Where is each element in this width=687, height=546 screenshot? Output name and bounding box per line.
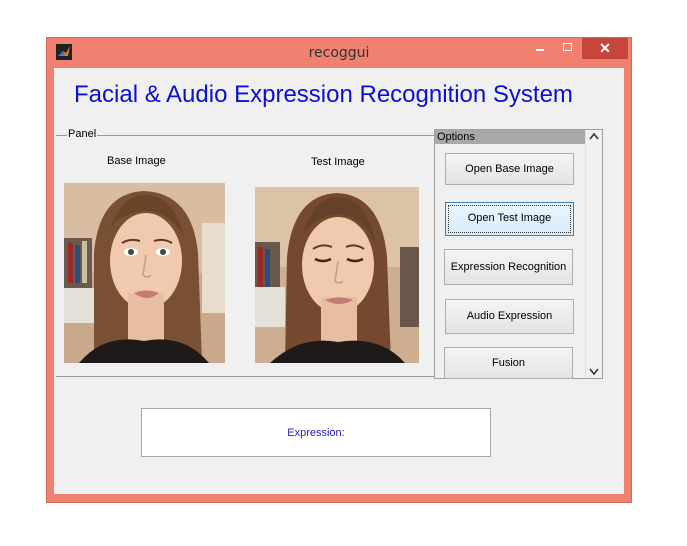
expression-label: Expression: <box>287 427 345 439</box>
test-image-label: Test Image <box>311 156 365 168</box>
panel-label: Panel <box>67 128 98 140</box>
options-panel: Options Open Base Image Open Test Image … <box>434 129 603 379</box>
maximize-button[interactable] <box>555 38 581 59</box>
test-image <box>255 187 419 363</box>
base-image-label: Base Image <box>107 155 166 167</box>
options-title: Options <box>435 130 586 144</box>
scroll-down-arrow-icon[interactable] <box>589 368 599 376</box>
close-icon: ✕ <box>599 40 611 56</box>
audio-expression-button[interactable]: Audio Expression <box>445 299 574 334</box>
fusion-button[interactable]: Fusion <box>444 347 573 379</box>
minimize-button[interactable] <box>527 38 553 59</box>
open-test-image-button[interactable]: Open Test Image <box>445 202 574 236</box>
maximize-icon <box>563 43 572 51</box>
open-base-image-button[interactable]: Open Base Image <box>445 153 574 185</box>
minimize-icon <box>536 49 544 51</box>
page-title: Facial & Audio Expression Recognition Sy… <box>74 81 573 108</box>
app-window: recoggui ✕ Facial & Audio Expression Rec… <box>46 37 632 503</box>
figure-client-area: Facial & Audio Expression Recognition Sy… <box>54 68 624 494</box>
base-image <box>64 183 225 363</box>
options-scrollbar[interactable] <box>585 130 602 378</box>
scroll-up-arrow-icon[interactable] <box>589 132 599 140</box>
title-bar[interactable]: recoggui ✕ <box>47 38 631 68</box>
expression-recognition-button[interactable]: Expression Recognition <box>444 249 573 285</box>
close-button[interactable]: ✕ <box>582 38 628 59</box>
expression-result-box: Expression: <box>141 408 491 457</box>
